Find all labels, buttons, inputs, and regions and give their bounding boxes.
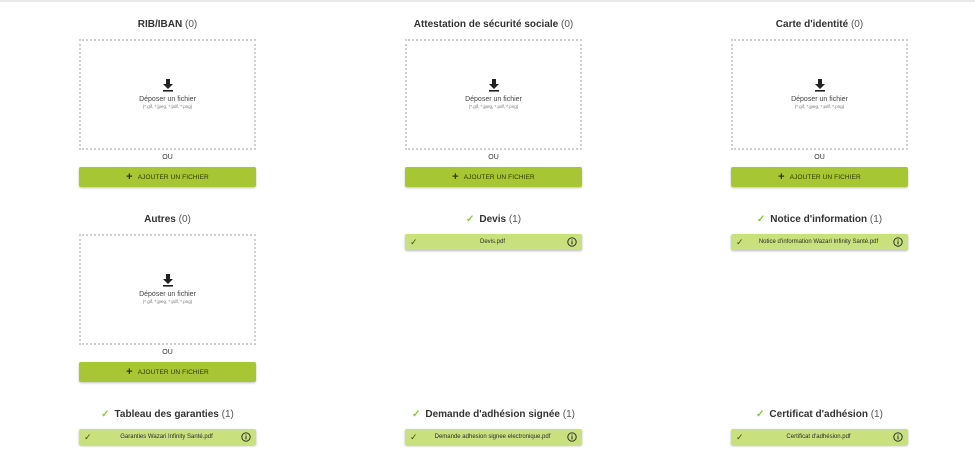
- info-icon[interactable]: [893, 432, 903, 442]
- check-icon: ✓: [410, 237, 418, 247]
- add-file-button[interactable]: + AJOUTER UN FICHIER: [731, 167, 908, 187]
- plus-icon: +: [778, 170, 785, 183]
- drop-text: Déposer un fichier: [139, 96, 196, 103]
- uploaded-file-item[interactable]: ✓ Demande adhesion signee electronique.p…: [405, 429, 582, 445]
- download-icon: [488, 79, 499, 92]
- download-icon: [162, 274, 173, 287]
- file-name[interactable]: Devis.pdf: [421, 234, 564, 250]
- file-name[interactable]: Garanties Wazari Infinity Santé.pdf: [95, 429, 238, 445]
- add-file-button[interactable]: + AJOUTER UN FICHIER: [405, 167, 582, 187]
- drop-text: Déposer un fichier: [791, 96, 848, 103]
- info-icon[interactable]: [893, 237, 903, 247]
- info-icon[interactable]: [567, 432, 577, 442]
- plus-icon: +: [126, 170, 133, 183]
- section-title: RIB/IBAN (0): [137, 19, 198, 30]
- uploaded-file-item[interactable]: ✓ Notice d'information Wazari Infinity S…: [731, 234, 908, 250]
- check-icon: ✓: [756, 409, 765, 420]
- plus-icon: +: [126, 365, 133, 378]
- section-title: ✓ Notice d'information (1): [756, 214, 883, 225]
- check-icon: ✓: [465, 214, 475, 225]
- file-dropzone[interactable]: Déposer un fichier (*.gif, *.jpeg, *.pdf…: [79, 234, 256, 345]
- section-title: ✓ Tableau des garanties (1): [101, 409, 234, 420]
- info-icon[interactable]: [241, 432, 251, 442]
- check-icon: ✓: [736, 432, 744, 442]
- drop-formats: (*.gif, *.jpeg, *.pdf, *.png): [794, 104, 845, 109]
- file-dropzone[interactable]: Déposer un fichier (*.gif, *.jpeg, *.pdf…: [731, 39, 908, 150]
- file-name[interactable]: Certificat d'adhésion.pdf: [747, 429, 890, 445]
- section-title: Attestation de sécurité sociale (0): [413, 19, 574, 30]
- section-title: ✓ Demande d'adhésion signée (1): [411, 409, 576, 420]
- drop-formats: (*.gif, *.jpeg, *.pdf, *.png): [468, 104, 519, 109]
- top-divider: [0, 0, 975, 2]
- section-title: Autres (0): [144, 214, 191, 225]
- info-icon[interactable]: [567, 237, 577, 247]
- check-icon: ✓: [756, 214, 766, 225]
- add-file-button[interactable]: + AJOUTER UN FICHIER: [79, 362, 256, 382]
- uploaded-file-item[interactable]: ✓ Devis.pdf: [405, 234, 582, 250]
- section-title: ✓ Devis (1): [465, 214, 522, 225]
- check-icon: ✓: [736, 237, 744, 247]
- plus-icon: +: [452, 170, 459, 183]
- check-icon: ✓: [84, 432, 92, 442]
- drop-text: Déposer un fichier: [139, 291, 196, 298]
- drop-text: Déposer un fichier: [465, 96, 522, 103]
- file-name[interactable]: Notice d'information Wazari Infinity San…: [747, 234, 890, 250]
- check-icon: ✓: [411, 409, 421, 420]
- or-text: OU: [162, 154, 173, 161]
- uploaded-file-item[interactable]: ✓ Certificat d'adhésion.pdf: [731, 429, 908, 445]
- file-dropzone[interactable]: Déposer un fichier (*.gif, *.jpeg, *.pdf…: [405, 39, 582, 150]
- section-title: Carte d'identité (0): [775, 19, 864, 30]
- section-title: ✓ Certificat d'adhésion (1): [756, 409, 883, 420]
- download-icon: [814, 79, 825, 92]
- check-icon: ✓: [101, 409, 110, 420]
- or-text: OU: [162, 349, 173, 356]
- or-text: OU: [488, 154, 499, 161]
- drop-formats: (*.gif, *.jpeg, *.pdf, *.png): [142, 104, 193, 109]
- or-text: OU: [814, 154, 825, 161]
- download-icon: [162, 79, 173, 92]
- drop-formats: (*.gif, *.jpeg, *.pdf, *.png): [142, 299, 193, 304]
- check-icon: ✓: [410, 432, 418, 442]
- file-dropzone[interactable]: Déposer un fichier (*.gif, *.jpeg, *.pdf…: [79, 39, 256, 150]
- file-name[interactable]: Demande adhesion signee electronique.pdf: [421, 429, 564, 445]
- add-file-button[interactable]: + AJOUTER UN FICHIER: [79, 167, 256, 187]
- uploaded-file-item[interactable]: ✓ Garanties Wazari Infinity Santé.pdf: [79, 429, 256, 445]
